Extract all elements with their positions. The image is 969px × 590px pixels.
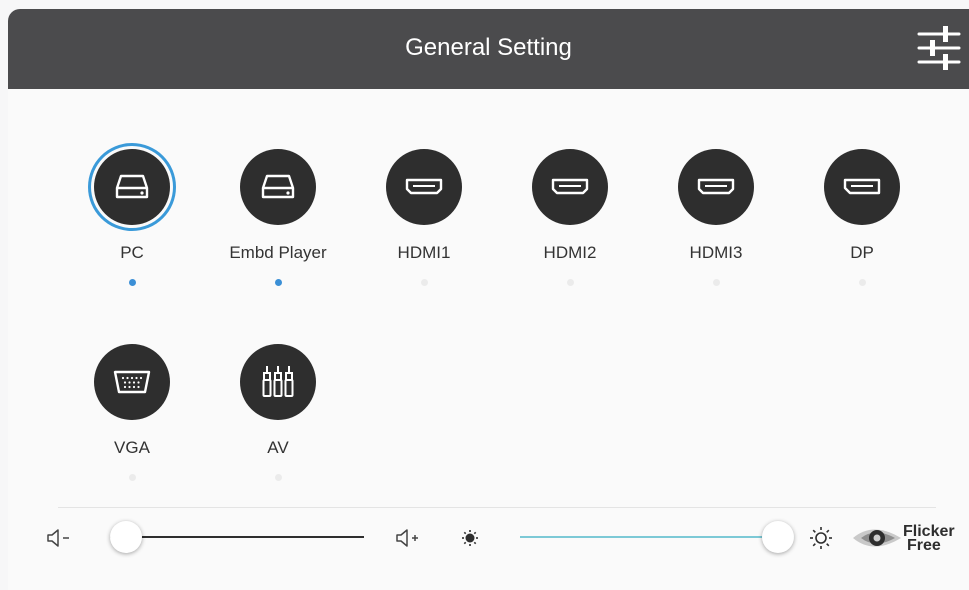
source-label: DP [850, 243, 874, 262]
av-jacks-icon [258, 362, 298, 402]
drive-icon [112, 172, 152, 202]
source-label: VGA [114, 438, 150, 457]
page-title: General Setting [405, 34, 572, 61]
source-hdmi1[interactable]: HDMI1 [354, 149, 494, 286]
source-icon-circle[interactable] [240, 149, 316, 225]
source-dp[interactable]: DP [792, 149, 932, 286]
source-label: PC [120, 243, 144, 262]
status-dot [128, 474, 136, 481]
source-hdmi2[interactable]: HDMI2 [500, 149, 640, 286]
hdmi-port-icon [404, 177, 444, 197]
volume-up-icon [396, 529, 418, 547]
source-av[interactable]: AV [208, 344, 348, 481]
flicker-free-logo: Flicker Free [851, 519, 963, 557]
source-label: HDMI2 [543, 243, 597, 262]
source-icon-circle[interactable] [532, 149, 608, 225]
source-icon-circle[interactable] [94, 344, 170, 420]
brightness-slider-handle[interactable] [762, 521, 794, 553]
sliders-icon [917, 26, 961, 70]
status-dot [274, 474, 282, 481]
source-embd-player[interactable]: Embd Player [208, 149, 348, 286]
source-icon-circle[interactable] [94, 149, 170, 225]
bottom-controls: Flicker Free [8, 519, 969, 579]
brightness-low-icon [462, 530, 478, 546]
displayport-icon [842, 177, 882, 197]
status-dot [420, 279, 428, 286]
hdmi-port-icon [696, 177, 736, 197]
source-icon-circle[interactable] [240, 344, 316, 420]
volume-slider-handle[interactable] [110, 521, 142, 553]
volume-track [110, 536, 364, 538]
status-dot [274, 279, 282, 286]
source-icon-circle[interactable] [678, 149, 754, 225]
status-dot [858, 279, 866, 286]
source-label: AV [267, 438, 289, 457]
window: General Setting PC Embd Player HDMI1 HDMI2 H… [0, 0, 969, 590]
brightness-track [520, 536, 794, 538]
status-dot [566, 279, 574, 286]
vga-port-icon [112, 369, 152, 395]
divider [58, 507, 936, 508]
settings-sliders-button[interactable] [915, 21, 963, 77]
source-vga[interactable]: VGA [62, 344, 202, 481]
source-label: HDMI1 [397, 243, 451, 262]
volume-down-icon [47, 529, 69, 547]
status-dot [712, 279, 720, 286]
source-label: HDMI3 [689, 243, 743, 262]
source-hdmi3[interactable]: HDMI3 [646, 149, 786, 286]
flicker-free-line2: Free [907, 537, 941, 554]
source-label: Embd Player [229, 243, 327, 262]
content-area: PC Embd Player HDMI1 HDMI2 HDMI3 DP VGA AV [8, 89, 969, 590]
brightness-high-icon [810, 527, 832, 549]
volume-slider[interactable] [110, 521, 364, 553]
source-pc[interactable]: PC [62, 149, 202, 286]
brightness-slider[interactable] [520, 521, 794, 553]
status-dot [128, 279, 136, 286]
header-bar: General Setting [8, 9, 969, 89]
source-icon-circle[interactable] [824, 149, 900, 225]
hdmi-port-icon [550, 177, 590, 197]
source-icon-circle[interactable] [386, 149, 462, 225]
eye-icon [853, 529, 901, 547]
drive-icon [258, 172, 298, 202]
